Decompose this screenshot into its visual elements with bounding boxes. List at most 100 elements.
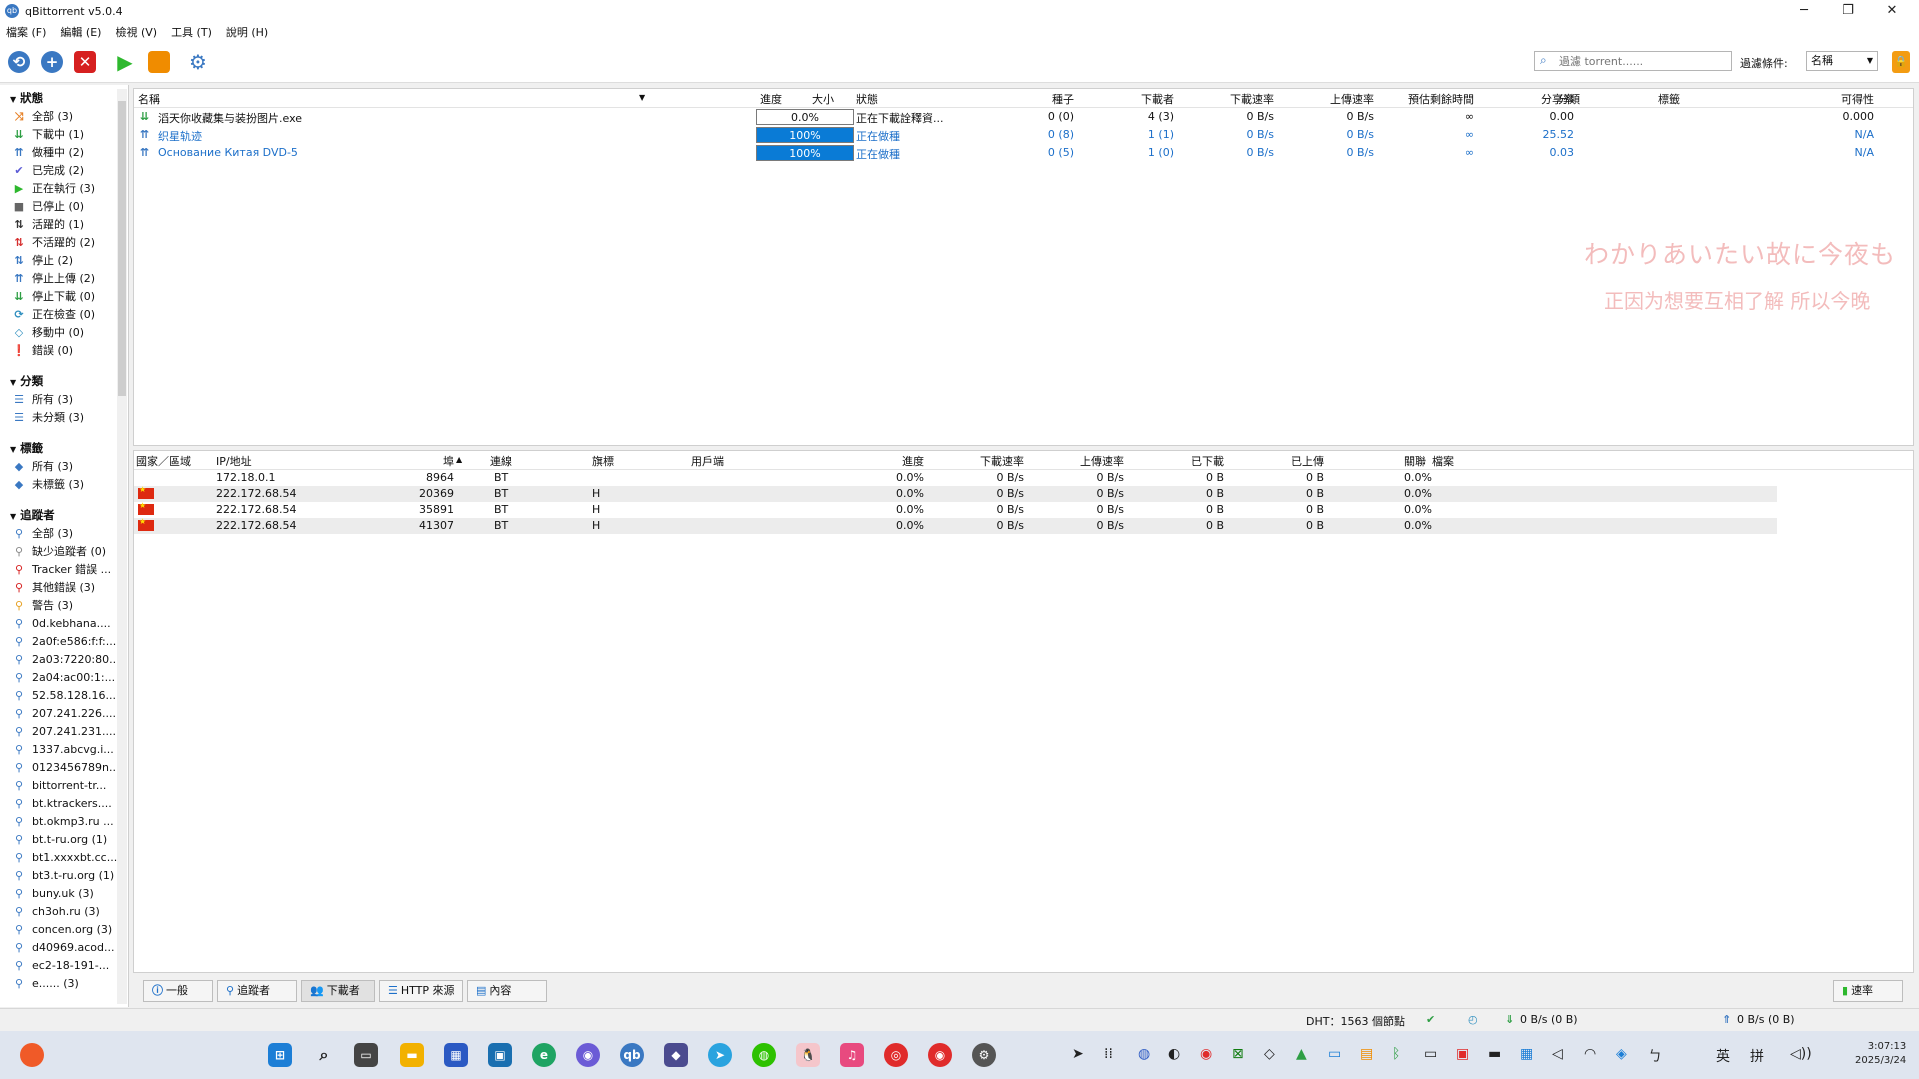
tray-nvidia-icon[interactable]: ▲ — [1296, 1046, 1307, 1062]
tracker-filter-item[interactable]: ⚲ 2a04:ac00:1:... — [12, 670, 115, 686]
tracker-filter-item[interactable]: ⚲ 警告 (3) — [12, 598, 73, 614]
tray-speaker-icon[interactable]: ◁)) — [1790, 1046, 1812, 1062]
menu-tools[interactable]: 工具 (T) — [171, 24, 212, 40]
col-flags[interactable]: 旗標 — [592, 453, 614, 469]
tracker-filter-item[interactable]: ⚲ 2a03:7220:80... — [12, 652, 120, 668]
tab-http-sources[interactable]: ☰ HTTP 來源 — [379, 980, 463, 1002]
store-icon[interactable]: ▦ — [444, 1043, 468, 1067]
tray-keyboard-icon[interactable]: ▤ — [1360, 1046, 1373, 1062]
edge-dev-icon[interactable]: e — [532, 1043, 556, 1067]
torrent-row[interactable]: ⇊滔天你收藏集与装扮图片.exe0 B正在下載詮釋資...0 (0)4 (3)0… — [134, 108, 1913, 126]
start-menu-icon[interactable]: ⊞ — [268, 1043, 292, 1067]
connection-status-icon[interactable]: ✔ — [1426, 1013, 1435, 1026]
tray-ime-mode-icon[interactable]: ㄅ — [1648, 1046, 1662, 1066]
discord-icon[interactable]: ◉ — [576, 1043, 600, 1067]
col-client[interactable]: 用戶端 — [691, 453, 724, 469]
peer-row[interactable]: 222.172.68.5435891BTH0.0%0 B/s0 B/s0 B0 … — [134, 501, 1777, 518]
tray-volume-icon[interactable]: ◁ — [1552, 1046, 1563, 1062]
category-filter-item[interactable]: ☰ 未分類 (3) — [12, 410, 84, 426]
tracker-filter-item[interactable]: ⚲ buny.uk (3) — [12, 886, 94, 902]
add-link-icon[interactable]: ⟲ — [8, 51, 30, 73]
menu-view[interactable]: 檢視 (V) — [115, 24, 157, 40]
col-ip[interactable]: IP/地址 — [216, 453, 252, 469]
tracker-filter-header[interactable]: ▼ 追蹤者 — [10, 507, 55, 523]
taskbar-clock[interactable]: 3:07:13 2025/3/24 — [1855, 1040, 1906, 1068]
status-filter-item[interactable]: ⇈ 停止上傳 (2) — [12, 271, 95, 287]
maximize-button[interactable]: ❐ — [1826, 0, 1870, 22]
col-availability[interactable]: 可得性 — [1734, 91, 1874, 107]
status-filter-item[interactable]: ❗ 錯誤 (0) — [12, 343, 73, 359]
menu-file[interactable]: 檔案 (F) — [6, 24, 46, 40]
telegram-icon[interactable]: ➤ — [708, 1043, 732, 1067]
tracker-filter-item[interactable]: ⚲ d40969.acod... — [12, 940, 115, 956]
tab-content[interactable]: ▤ 內容 — [467, 980, 547, 1002]
tracker-filter-item[interactable]: ⚲ ch3oh.ru (3) — [12, 904, 100, 920]
tab-trackers[interactable]: ⚲ 追蹤者 — [217, 980, 297, 1002]
category-filter-item[interactable]: ☰ 所有 (3) — [12, 392, 73, 408]
tracker-filter-item[interactable]: ⚲ bt3.t-ru.org (1) — [12, 868, 114, 884]
col-ratio[interactable]: 分享率 — [1434, 91, 1574, 107]
tracker-filter-item[interactable]: ⚲ 1337.abcvg.i... — [12, 742, 114, 758]
col-category[interactable]: 分類 — [1558, 91, 1580, 107]
tag-filter-header[interactable]: ▼ 標籤 — [10, 440, 43, 456]
tracker-filter-item[interactable]: ⚲ bt.t-ru.org (1) — [12, 832, 107, 848]
delete-icon[interactable]: ✕ — [74, 51, 96, 73]
tray-telegram-icon[interactable]: ➤ — [1072, 1046, 1084, 1062]
tray-qb-icon[interactable]: ◍ — [1138, 1046, 1150, 1062]
status-filter-item[interactable]: ■ 已停止 (0) — [12, 199, 84, 215]
status-filter-header[interactable]: ▼ 狀態 — [10, 90, 43, 106]
peer-row[interactable]: 222.172.68.5420369BTH0.0%0 B/s0 B/s0 B0 … — [134, 485, 1777, 502]
status-filter-item[interactable]: ⟳ 正在檢查 (0) — [12, 307, 95, 323]
tracker-filter-item[interactable]: ⚲ bittorrent-tr... — [12, 778, 106, 794]
col-progress[interactable]: 進度 — [760, 91, 782, 107]
category-filter-header[interactable]: ▼ 分類 — [10, 373, 43, 389]
sidebar-scrollbar[interactable] — [117, 89, 127, 1004]
col-connection[interactable]: 連線 — [490, 453, 512, 469]
tracker-filter-item[interactable]: ⚲ Tracker 錯誤 ... — [12, 562, 111, 578]
status-filter-item[interactable]: ⇅ 不活躍的 (2) — [12, 235, 95, 251]
upload-speed-status[interactable]: 0 B/s (0 B) — [1737, 1013, 1795, 1026]
tracker-filter-item[interactable]: ⚲ bt.ktrackers.... — [12, 796, 112, 812]
status-filter-item[interactable]: ✔ 已完成 (2) — [12, 163, 84, 179]
tab-general[interactable]: ⓘ 一般 — [143, 980, 213, 1002]
status-filter-item[interactable]: ⇈ 做種中 (2) — [12, 145, 84, 161]
qq-icon[interactable]: 🐧 — [796, 1043, 820, 1067]
scrollbar-thumb[interactable] — [118, 101, 126, 396]
tag-filter-item[interactable]: ◆ 所有 (3) — [12, 459, 73, 475]
col-port[interactable]: 埠 — [364, 453, 454, 469]
speed-tab-button[interactable]: ▮ 速率 — [1833, 980, 1903, 1002]
status-filter-item[interactable]: ⇅ 停止 (2) — [12, 253, 73, 269]
tracker-filter-item[interactable]: ⚲ 其他錯誤 (3) — [12, 580, 95, 596]
col-status[interactable]: 狀態 — [856, 91, 878, 107]
col-relevance[interactable]: 關聯 — [1404, 453, 1426, 469]
menu-edit[interactable]: 編輯 (E) — [60, 24, 101, 40]
music-app-icon[interactable]: ♫ — [840, 1043, 864, 1067]
settings-gear-icon[interactable]: ⚙ — [187, 51, 209, 73]
tracker-filter-item[interactable]: ⚲ 0123456789n... — [12, 760, 119, 776]
tray-display-icon[interactable]: ▭ — [1328, 1046, 1341, 1062]
torrent-row[interactable]: ⇈Основание Китая DVD-54.23 GiB正在做種0 (5)1… — [134, 144, 1913, 162]
tracker-filter-item[interactable]: ⚲ concen.org (3) — [12, 922, 112, 938]
file-explorer-icon[interactable]: ▬ — [400, 1043, 424, 1067]
weather-widget-icon[interactable] — [20, 1043, 44, 1067]
tray-steam-icon[interactable]: ◐ — [1168, 1046, 1180, 1062]
netease-cloud-icon[interactable]: ◉ — [928, 1043, 952, 1067]
tracker-filter-item[interactable]: ⚲ 52.58.128.16... — [12, 688, 116, 704]
tray-monitor-icon[interactable]: ▬ — [1488, 1046, 1501, 1062]
tray-folder-icon[interactable]: ▭ — [1424, 1046, 1437, 1062]
peer-row[interactable]: 172.18.0.1 8964 BT 0.0% 0 B/s 0 B/s 0 B0 B 0.0% — [134, 470, 1777, 486]
status-filter-item[interactable]: ▶ 正在執行 (3) — [12, 181, 95, 197]
tray-discord-icon[interactable]: ◇ — [1264, 1046, 1275, 1062]
tracker-filter-item[interactable]: ⚲ e...... (3) — [12, 976, 79, 992]
tracker-filter-item[interactable]: ⚲ 207.241.231.... — [12, 724, 116, 740]
cat-app-icon[interactable]: ◆ — [664, 1043, 688, 1067]
close-button[interactable]: ✕ — [1870, 0, 1914, 22]
torrent-row[interactable]: ⇈织星轨迹625.0 MiB正在做種0 (8)1 (1)0 B/s0 B/s∞2… — [134, 126, 1913, 144]
ime-pinyin[interactable]: 拼 — [1750, 1046, 1764, 1066]
col-size[interactable]: 大小 — [744, 91, 834, 107]
qbittorrent-taskbar-icon[interactable]: qb — [620, 1043, 644, 1067]
download-speed-status[interactable]: 0 B/s (0 B) — [1520, 1013, 1578, 1026]
col-country[interactable]: 國家／區域 — [136, 453, 191, 469]
lock-icon[interactable]: 🔒 — [1892, 51, 1910, 73]
tray-music-icon[interactable]: ◉ — [1200, 1046, 1212, 1062]
